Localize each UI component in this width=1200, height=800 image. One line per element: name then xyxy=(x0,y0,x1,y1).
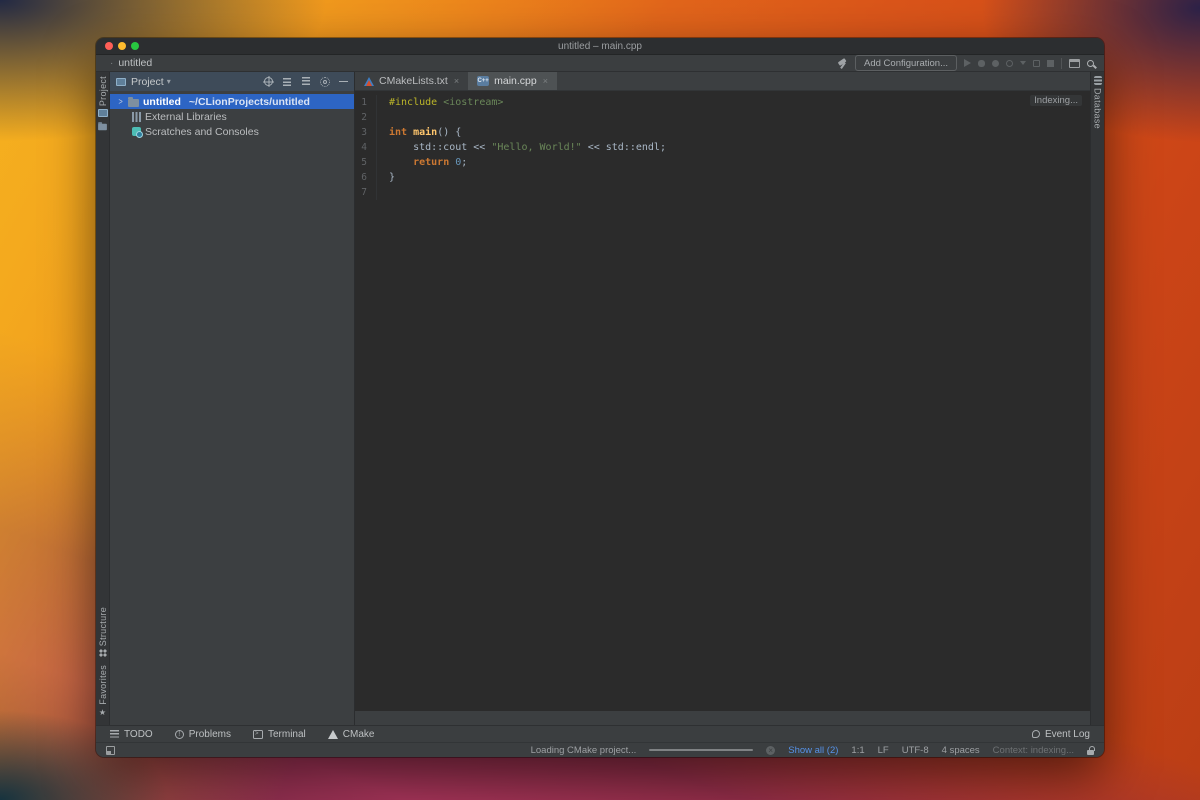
collapse-all-icon[interactable] xyxy=(301,77,311,86)
editor-column: CMakeLists.txt × C++ main.cpp × 1 #includ… xyxy=(355,72,1090,725)
locate-file-icon[interactable] xyxy=(264,77,273,86)
encoding-indicator[interactable]: UTF-8 xyxy=(902,745,929,756)
hide-panel-icon[interactable] xyxy=(339,80,348,83)
event-log-icon xyxy=(1031,730,1040,738)
database-icon xyxy=(1093,76,1102,85)
bottom-toolwindow-bar: TODO ! Problems > Terminal CMake Event L… xyxy=(96,725,1104,742)
tool-button-problems[interactable]: ! Problems xyxy=(174,729,231,740)
cancel-progress-icon[interactable]: × xyxy=(766,745,776,755)
problems-icon: ! xyxy=(174,729,184,739)
cpp-file-icon: C++ xyxy=(477,76,490,86)
caret-position[interactable]: 1:1 xyxy=(851,745,864,756)
expand-all-icon[interactable] xyxy=(282,77,292,86)
left-tool-stripe: Project Structure Favorites ★ xyxy=(96,72,110,725)
cmake-file-icon xyxy=(364,76,374,86)
cmake-icon xyxy=(327,729,338,739)
main-toolbar: · untitled Add Configuration... xyxy=(96,55,1104,72)
search-everywhere-icon[interactable] xyxy=(1087,59,1094,67)
breadcrumb-project[interactable]: untitled xyxy=(118,57,152,69)
run-options-chevron-icon[interactable] xyxy=(1020,61,1026,65)
tree-item-name: untitled xyxy=(143,95,181,108)
tool-button-cmake[interactable]: CMake xyxy=(327,729,374,740)
tab-main-cpp[interactable]: C++ main.cpp × xyxy=(468,72,557,90)
toolwindow-quick-access-icon[interactable] xyxy=(106,745,115,755)
tab-cmakelists[interactable]: CMakeLists.txt × xyxy=(355,72,468,90)
lock-icon[interactable] xyxy=(1087,745,1095,755)
add-configuration-button[interactable]: Add Configuration... xyxy=(855,55,957,71)
project-view-icon xyxy=(116,77,126,86)
profiler-icon[interactable] xyxy=(1006,59,1013,67)
structure-tool-icon xyxy=(98,649,107,658)
attach-to-process-icon[interactable] xyxy=(1033,59,1040,67)
project-tree: > untitled ~/CLionProjects/untitled Exte… xyxy=(110,91,354,139)
run-with-coverage-icon[interactable] xyxy=(992,59,999,67)
toolwindow-layout-icon[interactable] xyxy=(1069,58,1080,68)
project-tool-icon xyxy=(97,109,108,118)
show-all-link[interactable]: Show all (2) xyxy=(788,745,838,756)
expand-chevron-icon[interactable]: > xyxy=(119,97,128,107)
clion-window: untitled – main.cpp · untitled Add Confi… xyxy=(96,38,1104,757)
folder-icon xyxy=(128,96,139,107)
editor-tab-bar: CMakeLists.txt × C++ main.cpp × xyxy=(355,72,1090,91)
toolbar-divider xyxy=(1061,57,1062,69)
star-icon: ★ xyxy=(98,708,107,717)
code-editor[interactable]: 1 #include <iostream> 2 3 int main() {4 std:… xyxy=(355,91,1090,711)
stop-icon[interactable] xyxy=(1047,59,1054,67)
close-icon[interactable]: × xyxy=(454,76,459,86)
titlebar[interactable]: untitled – main.cpp xyxy=(96,38,1104,55)
project-panel-header[interactable]: Project ▾ xyxy=(110,72,354,91)
chevron-down-icon[interactable]: ▾ xyxy=(167,77,171,86)
tool-button-terminal[interactable]: > Terminal xyxy=(252,729,306,740)
context-indicator: Context: indexing... xyxy=(992,744,1074,756)
build-icon[interactable] xyxy=(837,58,848,69)
project-panel-title: Project xyxy=(131,75,164,88)
loading-label: Loading CMake project... xyxy=(530,744,637,756)
indent-indicator[interactable]: 4 spaces xyxy=(942,745,980,756)
line-ending-indicator[interactable]: LF xyxy=(878,745,889,756)
scratches-icon xyxy=(132,127,143,138)
close-icon[interactable]: × xyxy=(543,76,548,86)
tool-button-structure[interactable]: Structure xyxy=(98,603,108,661)
status-bar: Loading CMake project... × Show all (2) … xyxy=(96,742,1104,757)
folder-icon[interactable] xyxy=(98,122,107,131)
library-icon xyxy=(132,111,141,122)
window-title: untitled – main.cpp xyxy=(558,40,642,52)
cmake-progress-bar xyxy=(649,749,754,751)
breadcrumb-dot: · xyxy=(110,57,114,69)
tree-row-scratches[interactable]: Scratches and Consoles xyxy=(110,124,354,139)
terminal-icon: > xyxy=(252,729,263,739)
todo-list-icon xyxy=(110,730,119,738)
right-tool-stripe: Database xyxy=(1090,72,1104,725)
gear-icon[interactable] xyxy=(320,76,330,87)
code-area[interactable]: 1 #include <iostream> 2 3 int main() {4 std:… xyxy=(355,91,1090,200)
tool-button-favorites[interactable]: Favorites ★ xyxy=(98,661,108,721)
tool-button-database[interactable]: Database xyxy=(1093,72,1103,133)
editor-bottom-filler xyxy=(355,711,1090,725)
project-panel: Project ▾ > untitled ~/CLionProjects/unt… xyxy=(110,72,355,725)
tree-row-external-libraries[interactable]: External Libraries xyxy=(110,109,354,124)
tree-row-untitled[interactable]: > untitled ~/CLionProjects/untitled xyxy=(110,94,354,109)
tool-button-project[interactable]: Project xyxy=(97,72,108,121)
indexing-status: Indexing... xyxy=(1030,95,1082,106)
debug-icon[interactable] xyxy=(978,59,985,67)
run-icon[interactable] xyxy=(964,59,971,67)
tree-item-path: ~/CLionProjects/untitled xyxy=(188,95,310,108)
event-log-button[interactable]: Event Log xyxy=(1031,729,1090,740)
tool-button-todo[interactable]: TODO xyxy=(110,729,153,740)
